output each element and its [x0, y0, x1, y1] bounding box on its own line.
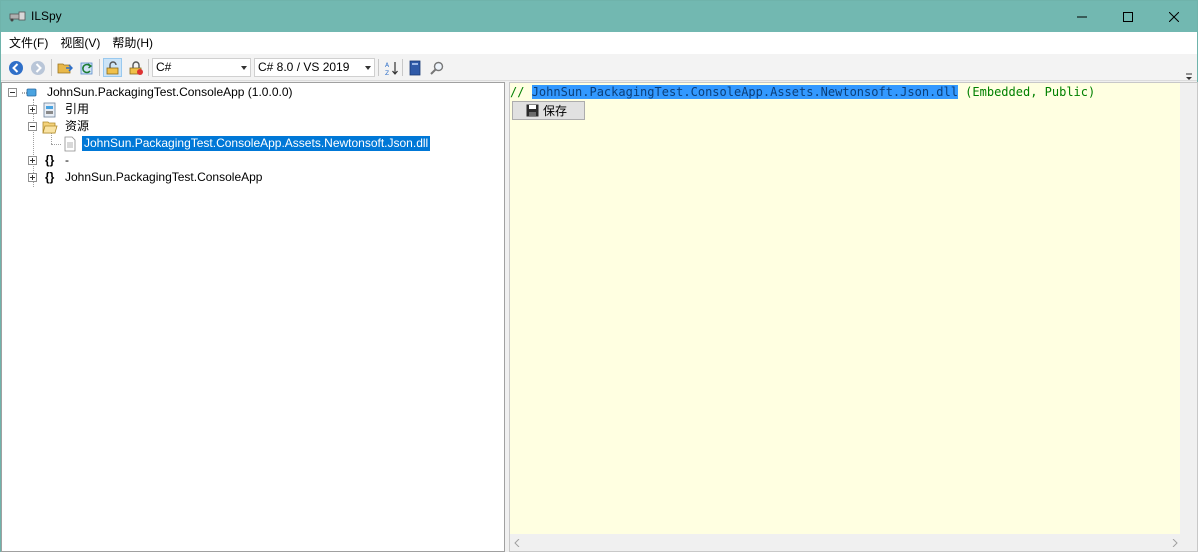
comment-prefix: //: [510, 85, 532, 99]
collapse-icon[interactable]: [28, 122, 37, 131]
public-filter-icon: [106, 60, 118, 74]
language-value: C#: [156, 60, 172, 74]
expand-icon[interactable]: [28, 105, 37, 114]
ilspy-app-icon: [9, 9, 27, 23]
save-button-label: 保存: [543, 104, 568, 118]
close-button[interactable]: [1151, 1, 1197, 32]
window-title: ILSpy: [31, 9, 62, 23]
sort-button[interactable]: A Z: [382, 58, 401, 77]
assembly-icon: [22, 88, 37, 97]
resource-comment-line[interactable]: // JohnSun.PackagingTest.ConsoleApp.Asse…: [510, 85, 1095, 99]
toolbar: C# C# 8.0 / VS 2019 A Z: [1, 54, 1197, 81]
svg-text:A: A: [385, 62, 390, 69]
toolbar-separator: [402, 59, 403, 76]
decompiler-output[interactable]: // JohnSun.PackagingTest.ConsoleApp.Asse…: [509, 82, 1198, 552]
book-icon: [409, 60, 420, 75]
tree-node-label: 引用: [65, 102, 90, 116]
tree-node-label: JohnSun.PackagingTest.ConsoleApp (1.0.0.…: [47, 85, 293, 99]
tree-node-label: JohnSun.PackagingTest.ConsoleApp.Assets.…: [82, 136, 431, 151]
assembly-tree[interactable]: JohnSun.PackagingTest.ConsoleApp (1.0.0.…: [1, 82, 505, 552]
tree-node-label: -: [65, 153, 69, 167]
maximize-button[interactable]: [1105, 1, 1151, 32]
toolbar-separator: [148, 59, 149, 76]
reload-button[interactable]: [77, 58, 96, 77]
tree-node-namespace-main[interactable]: {} JohnSun.PackagingTest.ConsoleApp: [2, 169, 502, 186]
open-folder-icon: [57, 63, 73, 73]
search-icon: [429, 61, 443, 75]
forward-arrow-icon: [30, 60, 45, 75]
tree-node-resource-file[interactable]: JohnSun.PackagingTest.ConsoleApp.Assets.…: [2, 135, 502, 152]
tree-node-label: 资源: [65, 119, 90, 133]
svg-text:Z: Z: [385, 70, 389, 76]
language-combo[interactable]: C#: [152, 58, 251, 77]
resource-suffix: (Embedded, Public): [957, 85, 1096, 99]
scroll-right-icon[interactable]: [1172, 539, 1178, 547]
tree-node-references[interactable]: 引用: [2, 101, 502, 118]
toolbar-overflow-icon[interactable]: [1185, 70, 1193, 80]
toolbar-separator: [99, 59, 100, 76]
chevron-down-icon: [365, 66, 371, 70]
show-public-button[interactable]: [103, 58, 122, 77]
title-bar[interactable]: ILSpy: [1, 1, 1197, 32]
file-icon: [64, 136, 76, 152]
horizontal-scrollbar[interactable]: [510, 534, 1182, 551]
reload-icon: [80, 62, 92, 74]
forward-button[interactable]: [28, 58, 47, 77]
all-members-icon: [129, 60, 143, 75]
language-version-value: C# 8.0 / VS 2019: [258, 60, 350, 74]
folder-open-icon: [42, 121, 58, 134]
language-version-combo[interactable]: C# 8.0 / VS 2019: [254, 58, 375, 77]
scrollbar-corner: [1180, 534, 1197, 551]
menu-view[interactable]: 视图(V): [54, 33, 106, 53]
collapse-icon[interactable]: [8, 88, 17, 97]
vertical-scrollbar[interactable]: [1180, 83, 1197, 535]
chevron-down-icon: [241, 66, 247, 70]
ilspy-window: ILSpy 文件(F) 视图(V) 帮助(H) C# C# 8.0 / VS 2…: [0, 0, 1198, 552]
menu-file[interactable]: 文件(F): [3, 33, 54, 53]
show-all-button[interactable]: [126, 58, 145, 77]
back-arrow-icon: [8, 60, 23, 75]
expand-icon[interactable]: [28, 173, 37, 182]
namespace-icon: {}: [45, 170, 55, 184]
manage-assemblies-button[interactable]: [405, 58, 424, 77]
tree-node-label: JohnSun.PackagingTest.ConsoleApp: [65, 170, 263, 184]
toolbar-separator: [51, 59, 52, 76]
menu-help[interactable]: 帮助(H): [106, 33, 159, 53]
tree-node-resources[interactable]: 资源: [2, 118, 502, 135]
floppy-disk-icon: [526, 104, 539, 117]
search-button[interactable]: [427, 58, 446, 77]
minimize-button[interactable]: [1059, 1, 1105, 32]
scroll-left-icon[interactable]: [514, 539, 520, 547]
menu-bar: 文件(F) 视图(V) 帮助(H): [1, 32, 1197, 54]
save-button[interactable]: 保存: [512, 101, 585, 120]
tree-node-namespace-empty[interactable]: {} -: [2, 152, 502, 169]
references-icon: [43, 102, 56, 118]
tree-node-root[interactable]: JohnSun.PackagingTest.ConsoleApp (1.0.0.…: [2, 84, 502, 101]
sort-az-icon: A Z: [385, 61, 398, 76]
resource-name-selection[interactable]: JohnSun.PackagingTest.ConsoleApp.Assets.…: [531, 85, 958, 99]
open-button[interactable]: [55, 58, 74, 77]
expand-icon[interactable]: [28, 156, 37, 165]
back-button[interactable]: [6, 58, 25, 77]
toolbar-separator: [378, 59, 379, 76]
namespace-icon: {}: [45, 153, 55, 167]
